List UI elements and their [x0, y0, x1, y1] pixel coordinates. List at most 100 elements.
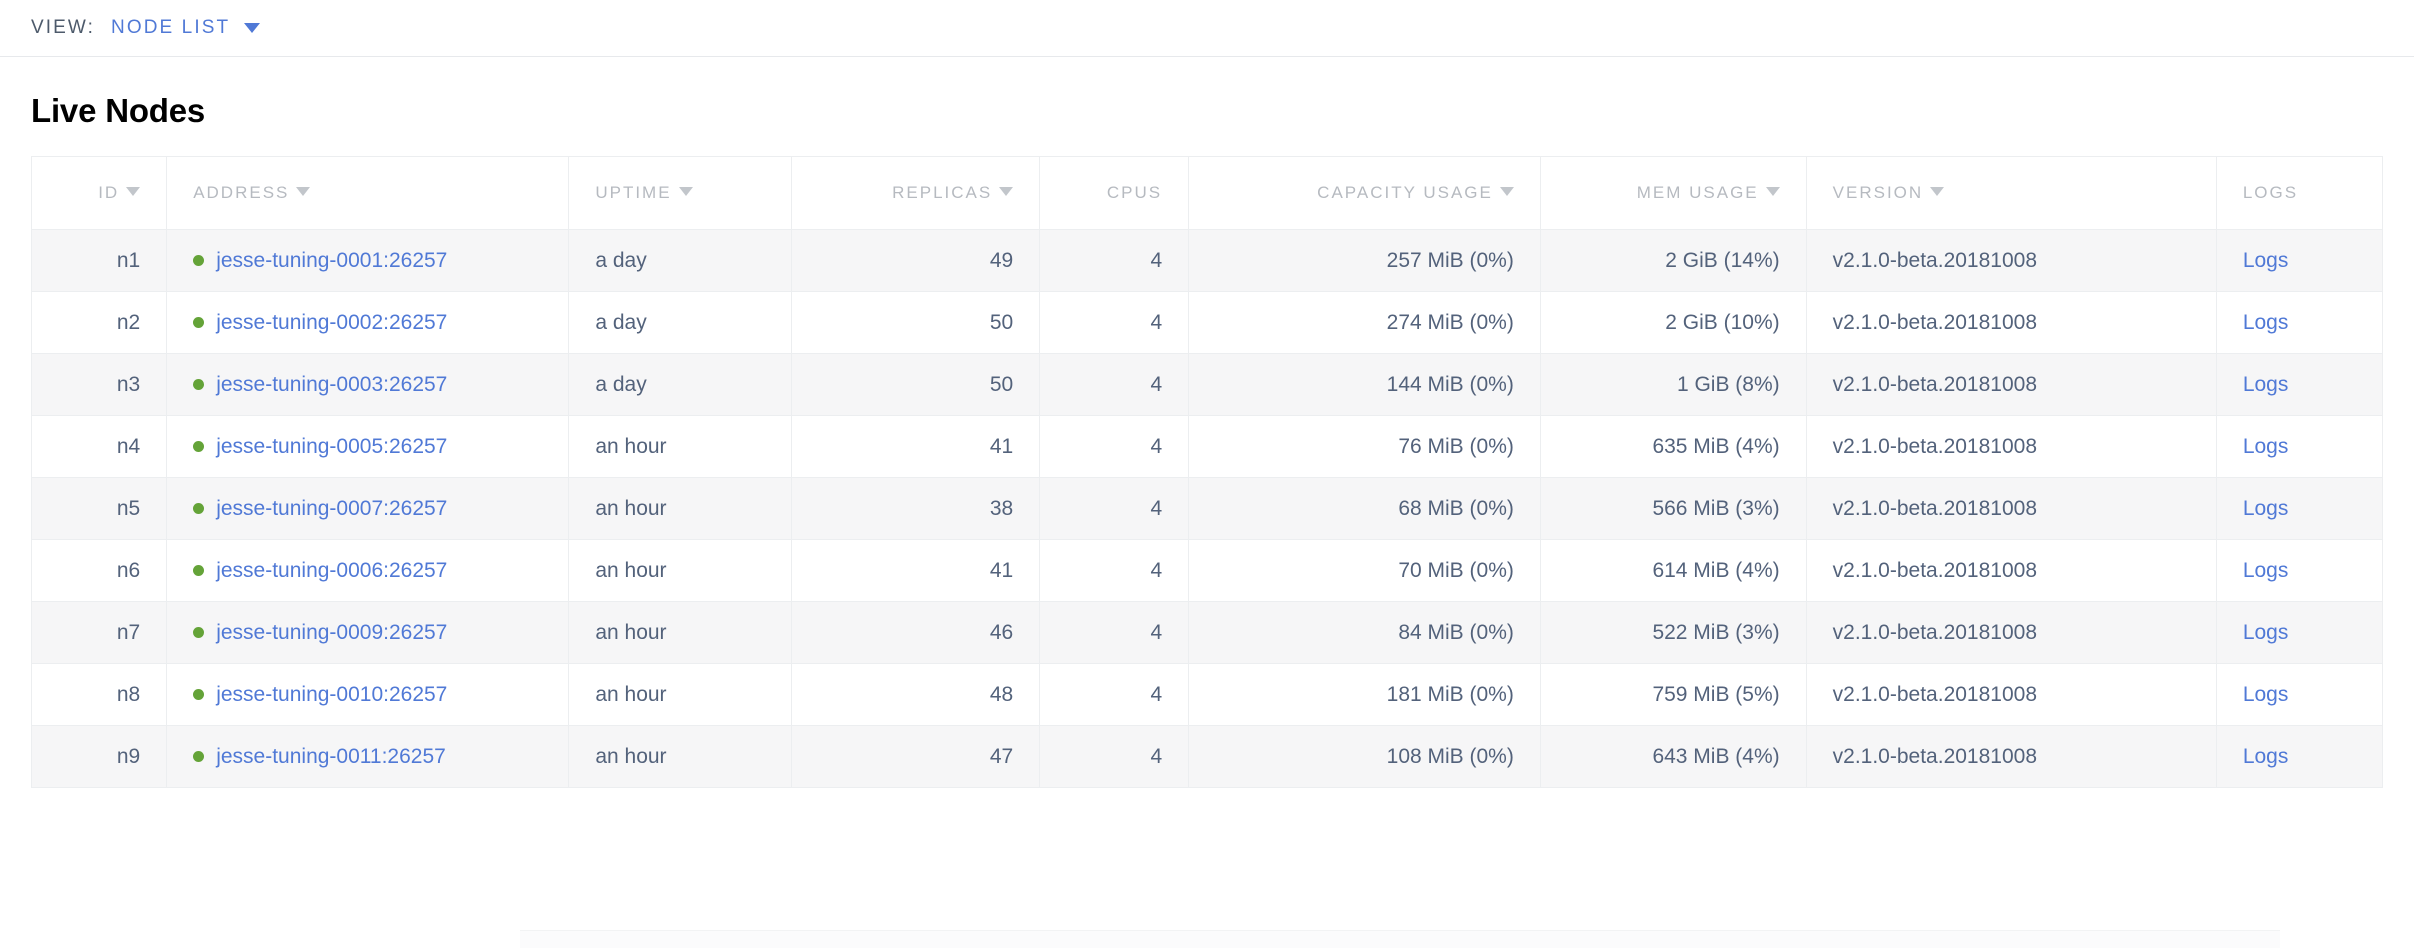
column-header-address[interactable]: ADDRESS: [167, 157, 569, 230]
table-header-row: ID ADDRESS UPTIME REPLICAS CPUS CAPACITY USAG…: [32, 157, 2383, 230]
cell-address: jesse-tuning-0001:26257: [167, 230, 569, 292]
logs-link[interactable]: Logs: [2243, 745, 2289, 768]
cell-replicas: 50: [791, 292, 1040, 354]
cell-mem-usage: 1 GiB (8%): [1540, 354, 1806, 416]
cell-logs: Logs: [2216, 230, 2382, 292]
cell-node-id: n1: [32, 230, 167, 292]
cell-address: jesse-tuning-0010:26257: [167, 664, 569, 726]
cell-address: jesse-tuning-0003:26257: [167, 354, 569, 416]
cell-version: v2.1.0-beta.20181008: [1806, 230, 2216, 292]
sort-descending-icon[interactable]: [126, 187, 140, 196]
node-address-link[interactable]: jesse-tuning-0007:26257: [216, 497, 447, 521]
status-dot-icon: [193, 503, 204, 514]
cell-logs: Logs: [2216, 664, 2382, 726]
column-header-label: MEM USAGE: [1637, 183, 1759, 202]
cell-cpus: 4: [1040, 540, 1189, 602]
column-header-version[interactable]: VERSION: [1806, 157, 2216, 230]
cell-node-id: n6: [32, 540, 167, 602]
cell-capacity-usage: 76 MiB (0%): [1189, 416, 1541, 478]
column-header-id[interactable]: ID: [32, 157, 167, 230]
cell-version: v2.1.0-beta.20181008: [1806, 602, 2216, 664]
cell-cpus: 4: [1040, 292, 1189, 354]
column-header-mem-usage[interactable]: MEM USAGE: [1540, 157, 1806, 230]
column-header-logs: LOGS: [2216, 157, 2382, 230]
node-address-link[interactable]: jesse-tuning-0001:26257: [216, 249, 447, 273]
cell-node-id: n2: [32, 292, 167, 354]
sort-descending-icon[interactable]: [1766, 187, 1780, 196]
status-dot-icon: [193, 255, 204, 266]
cell-uptime: an hour: [569, 726, 791, 788]
cell-cpus: 4: [1040, 664, 1189, 726]
cell-logs: Logs: [2216, 354, 2382, 416]
column-header-label: CPUS: [1107, 183, 1162, 202]
status-dot-icon: [193, 317, 204, 328]
cell-mem-usage: 614 MiB (4%): [1540, 540, 1806, 602]
node-address-link[interactable]: jesse-tuning-0005:26257: [216, 435, 447, 459]
chevron-down-icon: [244, 23, 260, 33]
cell-capacity-usage: 84 MiB (0%): [1189, 602, 1541, 664]
column-header-label: UPTIME: [595, 183, 671, 202]
cell-replicas: 46: [791, 602, 1040, 664]
cell-replicas: 38: [791, 478, 1040, 540]
node-address-link[interactable]: jesse-tuning-0003:26257: [216, 373, 447, 397]
column-header-label: ID: [98, 183, 119, 202]
logs-link[interactable]: Logs: [2243, 683, 2289, 706]
cell-capacity-usage: 181 MiB (0%): [1189, 664, 1541, 726]
column-header-cpus: CPUS: [1040, 157, 1189, 230]
column-header-replicas[interactable]: REPLICAS: [791, 157, 1040, 230]
cell-capacity-usage: 108 MiB (0%): [1189, 726, 1541, 788]
logs-link[interactable]: Logs: [2243, 373, 2289, 396]
cell-address: jesse-tuning-0002:26257: [167, 292, 569, 354]
sort-descending-icon[interactable]: [296, 187, 310, 196]
cell-node-id: n9: [32, 726, 167, 788]
cell-replicas: 41: [791, 416, 1040, 478]
view-label: VIEW:: [31, 17, 95, 39]
cell-cpus: 4: [1040, 416, 1189, 478]
status-dot-icon: [193, 565, 204, 576]
cell-uptime: an hour: [569, 478, 791, 540]
cell-logs: Logs: [2216, 602, 2382, 664]
cell-uptime: an hour: [569, 540, 791, 602]
node-address-link[interactable]: jesse-tuning-0009:26257: [216, 621, 447, 645]
status-dot-icon: [193, 441, 204, 452]
cell-node-id: n5: [32, 478, 167, 540]
sort-descending-icon[interactable]: [1500, 187, 1514, 196]
cell-uptime: a day: [569, 292, 791, 354]
logs-link[interactable]: Logs: [2243, 435, 2289, 458]
node-address-link[interactable]: jesse-tuning-0002:26257: [216, 311, 447, 335]
sort-descending-icon[interactable]: [679, 187, 693, 196]
sort-descending-icon[interactable]: [999, 187, 1013, 196]
node-address-link[interactable]: jesse-tuning-0010:26257: [216, 683, 447, 707]
cell-cpus: 4: [1040, 230, 1189, 292]
cell-mem-usage: 566 MiB (3%): [1540, 478, 1806, 540]
cell-logs: Logs: [2216, 478, 2382, 540]
node-address-link[interactable]: jesse-tuning-0011:26257: [216, 745, 446, 769]
table-body: n1jesse-tuning-0001:26257a day494257 MiB…: [32, 230, 2383, 788]
cell-mem-usage: 635 MiB (4%): [1540, 416, 1806, 478]
logs-link[interactable]: Logs: [2243, 497, 2289, 520]
cell-cpus: 4: [1040, 726, 1189, 788]
cell-replicas: 49: [791, 230, 1040, 292]
cell-version: v2.1.0-beta.20181008: [1806, 416, 2216, 478]
view-selector[interactable]: NODE LIST: [111, 17, 260, 39]
cell-uptime: a day: [569, 354, 791, 416]
cell-capacity-usage: 144 MiB (0%): [1189, 354, 1541, 416]
column-header-capacity-usage[interactable]: CAPACITY USAGE: [1189, 157, 1541, 230]
cell-address: jesse-tuning-0006:26257: [167, 540, 569, 602]
logs-link[interactable]: Logs: [2243, 621, 2289, 644]
logs-link[interactable]: Logs: [2243, 559, 2289, 582]
table-row: n8jesse-tuning-0010:26257an hour484181 M…: [32, 664, 2383, 726]
node-address-link[interactable]: jesse-tuning-0006:26257: [216, 559, 447, 583]
logs-link[interactable]: Logs: [2243, 249, 2289, 272]
cell-logs: Logs: [2216, 292, 2382, 354]
cell-cpus: 4: [1040, 602, 1189, 664]
table-row: n9jesse-tuning-0011:26257an hour474108 M…: [32, 726, 2383, 788]
cell-replicas: 48: [791, 664, 1040, 726]
view-selected-value: NODE LIST: [111, 17, 230, 39]
column-header-label: LOGS: [2243, 183, 2298, 202]
page-title: Live Nodes: [0, 57, 2414, 130]
sort-descending-icon[interactable]: [1930, 187, 1944, 196]
column-header-uptime[interactable]: UPTIME: [569, 157, 791, 230]
status-dot-icon: [193, 751, 204, 762]
logs-link[interactable]: Logs: [2243, 311, 2289, 334]
